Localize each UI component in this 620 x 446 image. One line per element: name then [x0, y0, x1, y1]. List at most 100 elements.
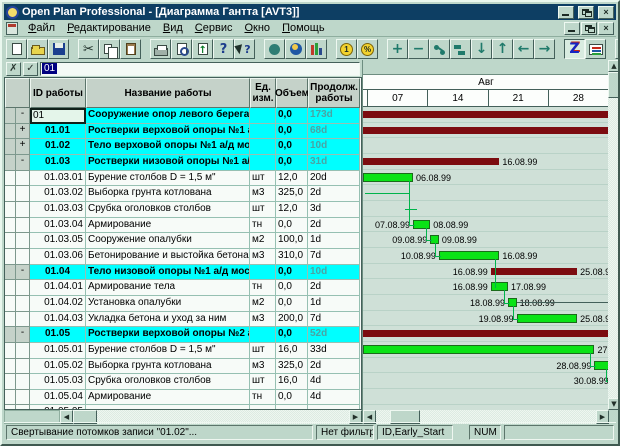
gantt-bar-task[interactable] — [363, 173, 413, 182]
child-restore-button[interactable] — [581, 22, 597, 35]
document-icon[interactable] — [6, 22, 18, 35]
confirm-edit-button[interactable]: ✓ — [23, 62, 38, 76]
table-row[interactable]: 01.04.02Установка опалубким20,01d — [5, 296, 361, 312]
table-row[interactable]: 01.03.01Бурение столбов D = 1,5 м"шт12,0… — [5, 171, 361, 187]
save-button[interactable] — [48, 39, 69, 59]
table-row[interactable]: +01.01Ростверки верховой опоры №1 а/д0,0… — [5, 124, 361, 140]
expand-cell — [16, 280, 30, 296]
gantt-bar-summary[interactable] — [363, 330, 609, 337]
expand-cell — [16, 359, 30, 375]
move-up-button[interactable]: ↑ — [492, 39, 513, 59]
menu-item-1[interactable]: Файл — [22, 21, 61, 35]
gantt-bar-summary[interactable] — [363, 158, 499, 165]
expand-cell — [16, 296, 30, 312]
title-bar: Open Plan Professional - [Диаграмма Гант… — [4, 4, 616, 20]
print-button[interactable] — [150, 39, 171, 59]
cut-button[interactable] — [78, 39, 99, 59]
restore-button[interactable] — [578, 6, 594, 19]
cell-volume: 12,0 — [276, 171, 308, 187]
minimize-button[interactable] — [558, 6, 574, 19]
table-row[interactable]: -01Сооружение опор левого берега0,0173d — [5, 108, 361, 124]
expand-toggle[interactable]: + — [16, 139, 30, 155]
percent-complete-button[interactable]: % — [357, 39, 378, 59]
table-row[interactable]: 01.03.02Выборка грунта котлованам3325,02… — [5, 186, 361, 202]
table-row[interactable]: 01.03.05Сооружение опалубким2100,01d — [5, 233, 361, 249]
print-preview-button[interactable] — [171, 39, 192, 59]
app-window: Open Plan Professional - [Диаграмма Гант… — [0, 0, 620, 446]
table-row[interactable]: 01.05.04Армированиетн0,04d — [5, 390, 361, 406]
expand-toggle[interactable]: - — [16, 155, 30, 171]
help-button[interactable] — [213, 39, 234, 59]
copy-button[interactable] — [99, 39, 120, 59]
child-close-button[interactable]: × — [598, 22, 614, 35]
gantt-vscroll-thumb[interactable] — [608, 72, 620, 98]
table-row[interactable]: 01.03.06Бетонирование и выстойка бетонам… — [5, 249, 361, 265]
menu-item-5[interactable]: Окно — [238, 21, 276, 35]
table-row[interactable]: -01.04Тело низовой опоры №1 а/д моста0,0… — [5, 265, 361, 281]
table-row[interactable]: -01.05Ростверки верховой опоры №2 а/д0,0… — [5, 327, 361, 343]
table-row[interactable]: 01.05.01Бурение столбов D = 1,5 м"шт16,0… — [5, 343, 361, 359]
gantt-bar-summary[interactable] — [363, 127, 609, 134]
expand-toggle[interactable]: - — [16, 265, 30, 281]
context-help-button[interactable] — [234, 39, 255, 59]
table-row[interactable]: 01.05.03Срубка оголовков столбовшт16,04d — [5, 374, 361, 390]
cancel-edit-button[interactable]: ✗ — [6, 62, 21, 76]
menu-item-3[interactable]: Вид — [157, 21, 189, 35]
cell-name: Тело низовой опоры №1 а/д моста — [86, 265, 250, 281]
paste-button[interactable] — [120, 39, 141, 59]
gantt-bar-task[interactable] — [439, 251, 499, 260]
resource-view-button[interactable] — [285, 39, 306, 59]
move-down-button[interactable]: ↓ — [471, 39, 492, 59]
scroll-up-icon[interactable]: ▲ — [608, 60, 620, 72]
open-subproject-button: ⇲ — [615, 39, 620, 59]
child-minimize-button[interactable] — [564, 22, 580, 35]
table-row[interactable]: 01.03.04Армированиетн0,02d — [5, 218, 361, 234]
new-file-button[interactable] — [6, 39, 27, 59]
status-num-lock: NUM — [469, 425, 501, 440]
cell-name: Тело верховой опоры №1 а/д моста — [86, 139, 250, 155]
menu-item-4[interactable]: Сервис — [189, 21, 239, 35]
menu-item-2[interactable]: Редактирование — [61, 21, 157, 35]
gantt-vscrollbar[interactable]: ▲ ▼ — [608, 60, 620, 410]
bar-date-label: 09.08.99 — [392, 235, 427, 245]
bar-date-label: 19.08.99 — [479, 314, 514, 324]
move-right-button[interactable]: → — [534, 39, 555, 59]
table-row[interactable]: 01.05.02Выборка грунта котлованам3325,02… — [5, 359, 361, 375]
time-analysis-button[interactable] — [192, 39, 213, 59]
table-row[interactable]: +01.02Тело верховой опоры №1 а/д моста0,… — [5, 139, 361, 155]
expand-toggle[interactable]: - — [16, 108, 30, 124]
gantt-bar-task[interactable] — [413, 220, 430, 229]
gantt-bar-task[interactable] — [517, 314, 577, 323]
gantt-view-button[interactable] — [564, 39, 585, 59]
remove-activity-button[interactable]: − — [408, 39, 429, 59]
time-now-button[interactable]: 1 — [336, 39, 357, 59]
subproject-bars-button[interactable] — [450, 39, 471, 59]
view-manager-button[interactable] — [585, 39, 606, 59]
move-left-icon: ← — [518, 42, 530, 56]
scroll-down-icon[interactable]: ▼ — [608, 398, 620, 410]
gantt-bar-task[interactable] — [491, 282, 508, 291]
gantt-bar-task[interactable] — [363, 345, 594, 354]
histogram-view-button[interactable] — [306, 39, 327, 59]
link-activities-button[interactable] — [429, 39, 450, 59]
gantt-bar-summary[interactable] — [363, 111, 609, 118]
gantt-row: 09.08.9909.08.99 — [363, 232, 609, 248]
cell-edit-field[interactable]: 01 — [40, 62, 360, 76]
table-row[interactable]: 01.04.01Армирование телатн0,02d — [5, 280, 361, 296]
add-activity-button[interactable]: + — [387, 39, 408, 59]
expand-toggle[interactable]: - — [16, 327, 30, 343]
cell-volume: 16,0 — [276, 343, 308, 359]
cell-volume: 325,0 — [276, 359, 308, 375]
column-header: Название работы — [86, 78, 250, 108]
network-view-button[interactable] — [264, 39, 285, 59]
gantt-bar-summary[interactable] — [491, 268, 577, 275]
table-row[interactable]: 01.04.03Укладка бетона и уход за нимм320… — [5, 312, 361, 328]
close-button[interactable]: × — [598, 6, 614, 19]
menu-item-6[interactable]: Помощь — [276, 21, 331, 35]
expand-toggle[interactable]: + — [16, 124, 30, 140]
move-left-button[interactable]: ← — [513, 39, 534, 59]
table-row[interactable]: -01.03Ростверки низовой опоры №1 а/д м0,… — [5, 155, 361, 171]
table-row[interactable]: 01.03.03Срубка оголовков столбовшт12,03d — [5, 202, 361, 218]
cell-unit: м3 — [250, 186, 276, 202]
open-file-button[interactable] — [27, 39, 48, 59]
